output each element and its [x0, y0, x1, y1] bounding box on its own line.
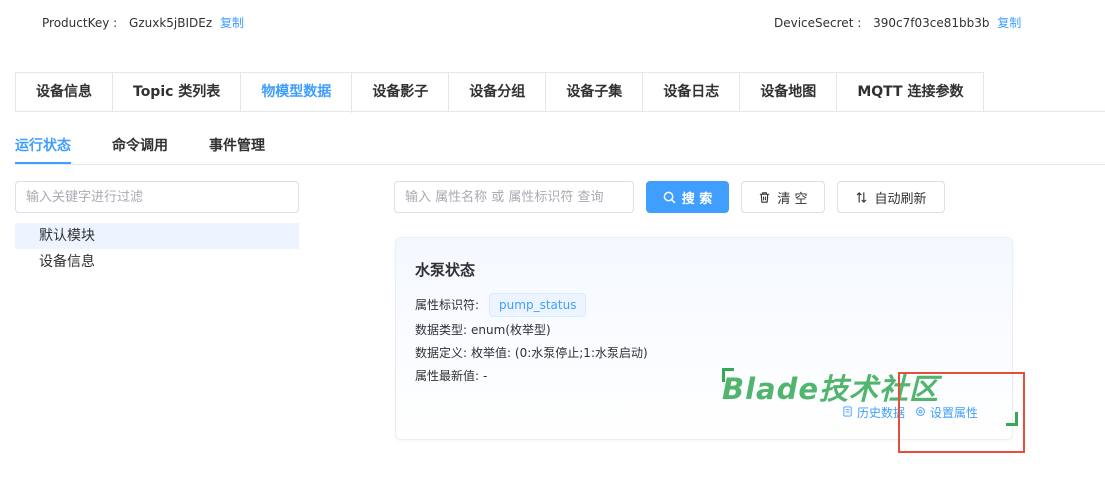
device-secret-value: 390c7f03ce81bb3b	[873, 16, 990, 30]
highlight-box	[898, 372, 1025, 453]
clear-button-label: 清 空	[777, 191, 808, 207]
tab-device-group[interactable]: 设备分组	[449, 73, 547, 112]
tab-device-log[interactable]: 设备日志	[643, 73, 741, 112]
tree-node-default-module[interactable]: 默认模块	[15, 223, 299, 249]
property-definition-row: 数据定义: 枚举值: (0:水泵停止;1:水泵启动)	[415, 344, 648, 361]
tab-running-status[interactable]: 运行状态	[15, 132, 71, 164]
tab-mqtt-params[interactable]: MQTT 连接参数	[837, 73, 983, 112]
sort-arrows-icon	[855, 191, 868, 204]
property-search-input[interactable]	[394, 181, 634, 213]
auto-refresh-label: 自动刷新	[874, 191, 927, 207]
tabs-divider	[15, 111, 1105, 112]
tab-device-shadow[interactable]: 设备影子	[352, 73, 450, 112]
tab-device-info[interactable]: 设备信息	[16, 73, 113, 112]
auto-refresh-button[interactable]: 自动刷新	[837, 181, 945, 213]
device-secret-row: DeviceSecret : 390c7f03ce81bb3b 复制	[774, 14, 1021, 31]
device-tabs: 设备信息 Topic 类列表 物模型数据 设备影子 设备分组 设备子集 设备日志…	[15, 72, 985, 113]
definition-label: 数据定义:	[415, 346, 468, 360]
tree-node-device-info[interactable]: 设备信息	[15, 249, 299, 275]
tab-topic-list[interactable]: Topic 类列表	[113, 73, 242, 112]
property-latest-row: 属性最新值: -	[415, 367, 487, 384]
copy-device-secret-link[interactable]: 复制	[997, 16, 1021, 30]
search-button-label: 搜 索	[681, 191, 713, 207]
search-icon	[663, 191, 676, 204]
latest-label: 属性最新值:	[415, 369, 480, 383]
tab-device-map[interactable]: 设备地图	[740, 73, 838, 112]
identifier-label: 属性标识符:	[415, 297, 480, 312]
tab-sub-devices[interactable]: 设备子集	[546, 73, 644, 112]
tab-thing-model-data[interactable]: 物模型数据	[241, 73, 353, 113]
clear-button[interactable]: 清 空	[741, 181, 825, 213]
copy-product-key-link[interactable]: 复制	[220, 16, 244, 30]
device-secret-label: DeviceSecret :	[774, 16, 862, 30]
product-key-row: ProductKey : Gzuxk5jBIDEz 复制	[42, 14, 244, 31]
search-button[interactable]: 搜 索	[646, 181, 729, 213]
datatype-value: enum(枚举型)	[471, 323, 551, 337]
latest-value: -	[483, 369, 488, 383]
tab-command-invoke[interactable]: 命令调用	[112, 132, 168, 164]
datatype-label: 数据类型:	[415, 323, 468, 337]
subtabs-divider	[15, 164, 1105, 165]
trash-icon	[758, 191, 771, 204]
module-tree: 默认模块 设备信息	[15, 223, 299, 275]
definition-value: 枚举值: (0:水泵停止;1:水泵启动)	[471, 346, 648, 360]
identifier-tag: pump_status	[489, 293, 587, 317]
product-key-label: ProductKey :	[42, 16, 118, 30]
property-title: 水泵状态	[415, 261, 476, 279]
model-subtabs: 运行状态 命令调用 事件管理	[15, 132, 306, 164]
property-datatype-row: 数据类型: enum(枚举型)	[415, 321, 551, 338]
tree-filter-input[interactable]	[15, 181, 299, 213]
product-key-value: Gzuxk5jBIDEz	[129, 16, 213, 30]
property-identifier-row: 属性标识符: pump_status	[415, 293, 587, 317]
tab-event-manage[interactable]: 事件管理	[209, 132, 265, 164]
